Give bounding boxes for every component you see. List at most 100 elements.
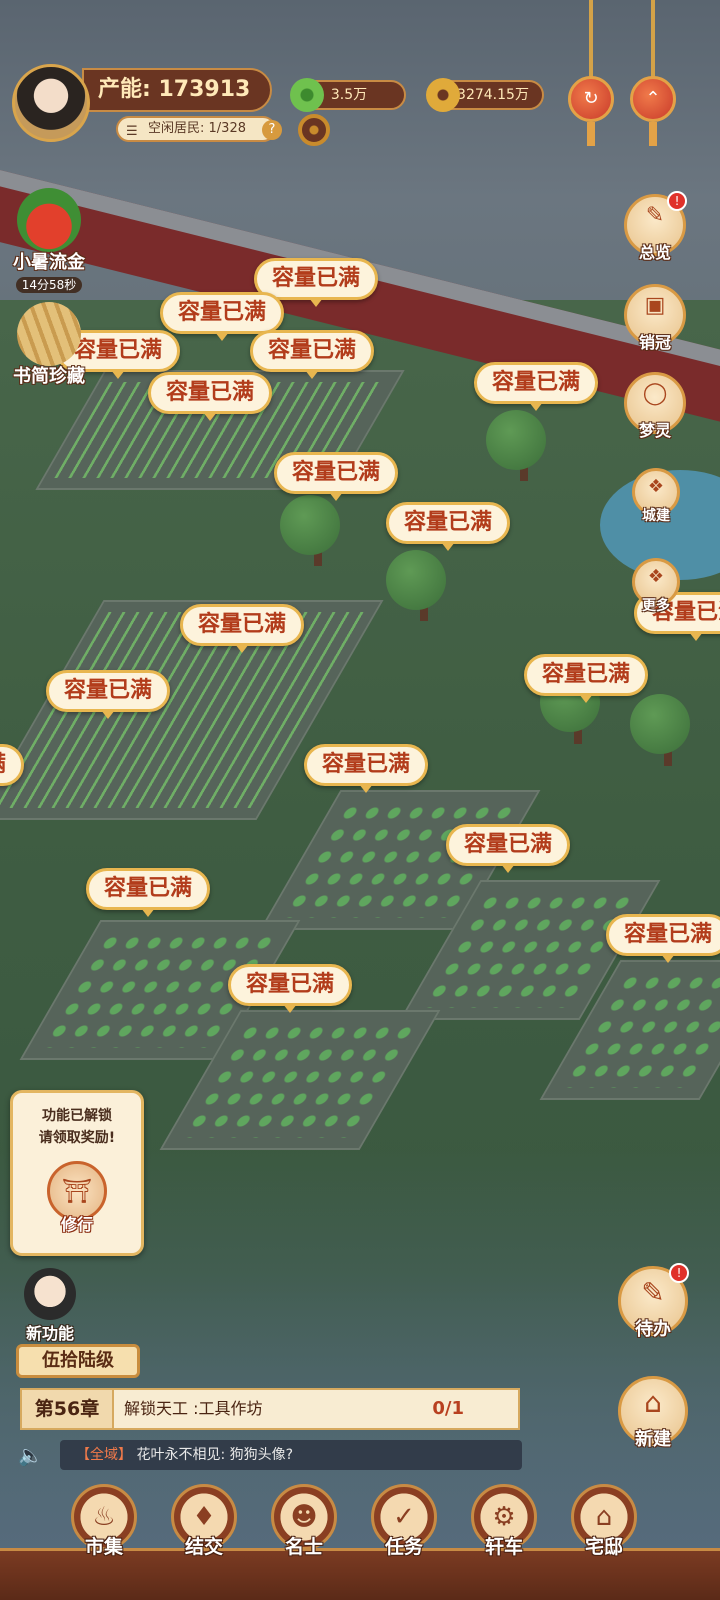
new-build-button[interactable]: ⌂ 新建 [618, 1376, 688, 1450]
tree [386, 550, 446, 610]
capacity-full-bubble[interactable]: 容量已满 [474, 362, 598, 411]
new-feature-button[interactable]: 新功能 [18, 1268, 82, 1344]
lantern-button-right[interactable]: ⌃ [630, 0, 676, 150]
spirit-pig-icon: ◯ [642, 381, 668, 406]
lantern-string [651, 0, 655, 80]
nav-celebrity[interactable]: ☻ 名士 [264, 1478, 344, 1596]
copper-coin-icon [426, 78, 460, 112]
todo-button[interactable]: ✎ ! 待办 [618, 1263, 689, 1340]
new-build-label: 新建 [635, 1429, 671, 1450]
capacity-full-bubble[interactable]: 容量已满 [250, 330, 374, 379]
nav-mansion[interactable]: ⌂ 宅邸 [564, 1478, 644, 1596]
nav-market[interactable]: ♨ 市集 [64, 1478, 144, 1596]
spirit-label: 梦灵 [638, 421, 671, 440]
new-build-icon: ⌂ [644, 1386, 662, 1419]
capacity-full-bubble[interactable]: 容量已满 [606, 914, 720, 963]
capacity-label: 产能: [98, 77, 151, 102]
nav-friends[interactable]: ♦ 结交 [164, 1478, 244, 1596]
chat-channel: 【全域】 [76, 1447, 132, 1463]
idle-residents-label: 空闲居民: [148, 121, 205, 136]
nav-carriage[interactable]: ⚙ 轩车 [464, 1478, 544, 1596]
tree [630, 694, 690, 754]
cultivation-label: 修行 [60, 1215, 93, 1234]
idle-residents-value: 1/328 [208, 121, 246, 136]
feature-unlocked-card[interactable]: 功能已解锁 请领取奖励! ⛩ 修行 [10, 1090, 144, 1256]
copper-currency[interactable]: 3274.15万 [426, 78, 544, 112]
lantern-button-left[interactable]: ↻ [568, 0, 614, 150]
capacity-full-bubble[interactable]: 容量已满 [160, 292, 284, 341]
event-bamboo-scroll-button[interactable]: 书简珍藏 [6, 302, 92, 388]
capacity-full-bubble[interactable]: 容量已满 [148, 372, 272, 421]
capacity-value: 173913 [158, 77, 251, 102]
chapter-task: 解锁天工 :工具作坊 [124, 1399, 263, 1418]
unlock-line1: 功能已解锁 [42, 1108, 112, 1124]
capacity-full-bubble[interactable]: 容量已满 [180, 604, 304, 653]
unlock-line2: 请领取奖励! [38, 1130, 116, 1146]
level-tag: 伍拾陆级 [16, 1344, 140, 1378]
scroll-icon: ☰ [126, 124, 138, 139]
new-feature-label: 新功能 [25, 1324, 74, 1343]
wheel-icon[interactable] [298, 114, 330, 146]
spirit-button[interactable]: ◯ 梦灵 [624, 372, 686, 440]
help-button[interactable]: ? [262, 120, 282, 140]
bottom-navigation: ♨ 市集 ♦ 结交 ☻ 名士 ✓ 任务 ⚙ 轩车 ⌂ 宅邸 [0, 1478, 720, 1600]
nav-task-label: 任务 [384, 1536, 423, 1558]
player-avatar[interactable] [12, 64, 90, 142]
sales-crown-button[interactable]: ▣ 销冠 [624, 284, 686, 352]
event-bamboo-scroll-label: 书简珍藏 [13, 366, 85, 387]
capacity-full-bubble[interactable]: 容量已满 [86, 868, 210, 917]
nav-mansion-label: 宅邸 [584, 1536, 623, 1558]
capacity-full-bubble[interactable]: 容量已满 [386, 502, 510, 551]
sales-crown-icon: ▣ [644, 293, 666, 318]
jade-currency-value: 3.5万 [330, 87, 368, 103]
chat-message-box[interactable]: 【全域】 花叶永不相见: 狗狗头像? [60, 1440, 522, 1470]
alert-badge: ! [669, 1263, 689, 1283]
tree [486, 410, 546, 470]
nav-friends-label: 结交 [184, 1536, 223, 1558]
player-profile[interactable]: 产能: 173913 ☰ 空闲居民: 1/328 [12, 64, 276, 142]
nav-task[interactable]: ✓ 任务 [364, 1478, 444, 1596]
overview-label: 总览 [638, 243, 671, 262]
jade-currency[interactable]: 3.5万 [290, 78, 406, 112]
more-label: 更多 [642, 598, 670, 614]
event-summer-gold-timer: 14分58秒 [15, 277, 83, 293]
character-portrait-icon [24, 1268, 76, 1320]
capacity-panel: 产能: 173913 [82, 68, 272, 112]
more-icon: ❖ [647, 566, 665, 587]
chapter-number: 第56章 [22, 1390, 114, 1428]
sales-crown-label: 销冠 [638, 333, 671, 352]
tree [280, 495, 340, 555]
capacity-full-bubble[interactable]: 容量已满 [46, 670, 170, 719]
capacity-full-bubble[interactable]: 容量已满 [274, 452, 398, 501]
more-button[interactable]: ❖ 更多 [632, 558, 680, 614]
overview-button[interactable]: ✎ ! 总览 [624, 191, 687, 262]
todo-label: 待办 [635, 1319, 671, 1340]
chapter-progress: 0/1 [432, 1398, 464, 1419]
lantern-string [589, 0, 593, 80]
speaker-icon: 🔈 [18, 1443, 43, 1467]
bamboo-scroll-icon [17, 302, 81, 366]
capacity-full-bubble[interactable]: 容量已满 [304, 744, 428, 793]
refresh-icon: ↻ [568, 76, 614, 122]
chapter-quest-bar[interactable]: 第56章 解锁天工 :工具作坊 0/1 [20, 1388, 520, 1430]
lantern-tassel [649, 122, 657, 146]
city-build-button[interactable]: ❖ 城建 [632, 468, 680, 524]
chat-message: 花叶永不相见: 狗狗头像? [136, 1447, 294, 1463]
event-summer-gold-button[interactable]: 小暑流金 14分58秒 [6, 188, 92, 293]
world-chat-bar[interactable]: 🔈 【全域】 花叶永不相见: 狗狗头像? [18, 1440, 522, 1470]
jade-coin-icon [290, 78, 324, 112]
lantern-tassel [587, 122, 595, 146]
city-build-label: 城建 [642, 508, 670, 524]
alert-badge: ! [667, 191, 687, 211]
double-chevron-up-icon: ⌃ [630, 76, 676, 122]
idle-residents[interactable]: ☰ 空闲居民: 1/328 [116, 116, 276, 142]
city-build-icon: ❖ [647, 476, 665, 497]
capacity-full-bubble[interactable]: 容量已满 [446, 824, 570, 873]
watermelon-icon [17, 188, 81, 252]
nav-market-label: 市集 [84, 1536, 123, 1558]
capacity-full-bubble[interactable]: 容量已满 [524, 654, 648, 703]
capacity-full-bubble[interactable]: 容量已满 [228, 964, 352, 1013]
nav-carriage-label: 轩车 [484, 1536, 523, 1558]
event-summer-gold-label: 小暑流金 [13, 252, 85, 273]
nav-celebrity-label: 名士 [284, 1536, 323, 1558]
